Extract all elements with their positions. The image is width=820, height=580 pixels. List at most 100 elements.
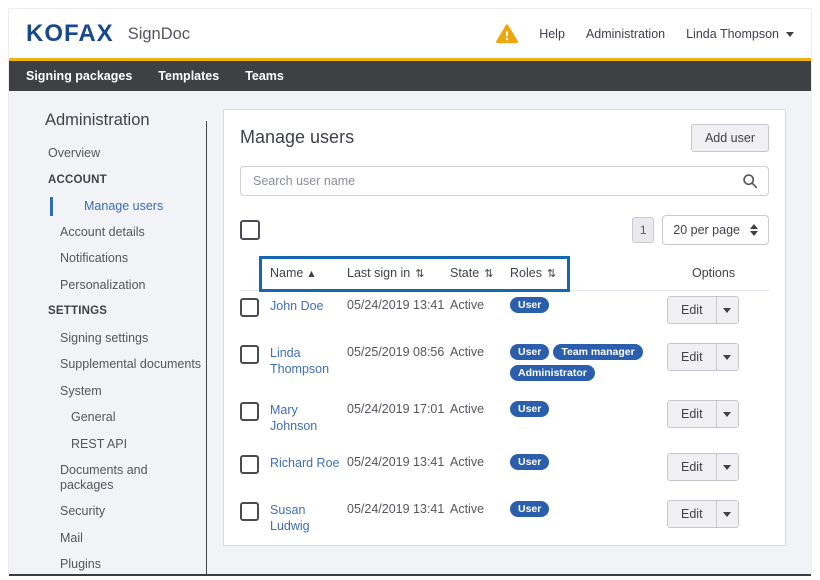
edit-dropdown-button[interactable]: [716, 297, 738, 323]
sidebar-item-rest-api[interactable]: REST API: [26, 437, 204, 452]
edit-dropdown-button[interactable]: [716, 501, 738, 527]
help-link[interactable]: Help: [539, 27, 565, 41]
chevron-down-icon: [723, 465, 731, 470]
last-sign-in-value: 05/25/2019 08:56: [347, 343, 450, 359]
user-menu[interactable]: Linda Thompson: [686, 27, 794, 41]
sort-both-icon: ⇅: [547, 267, 556, 280]
column-header-state[interactable]: State ⇅: [450, 266, 510, 280]
nav-templates[interactable]: Templates: [158, 69, 219, 83]
user-name-link[interactable]: John Doe: [270, 296, 330, 314]
sidebar-item-manage-users[interactable]: Manage users: [26, 197, 204, 216]
edit-dropdown-button[interactable]: [716, 401, 738, 427]
role-badge: User: [510, 401, 549, 417]
add-user-button[interactable]: Add user: [691, 124, 769, 152]
edit-dropdown-button[interactable]: [716, 344, 738, 370]
user-name-link[interactable]: Mary Johnson: [270, 400, 347, 434]
column-header-options: Options: [667, 266, 769, 280]
kofax-logo: KOFAX: [26, 22, 114, 46]
role-badge: User: [510, 501, 549, 517]
column-header-roles[interactable]: Roles ⇅: [510, 266, 667, 280]
manage-users-panel: Manage users Add user 1: [223, 109, 786, 546]
sidebar-item-general[interactable]: General: [26, 410, 204, 425]
edit-button[interactable]: Edit: [668, 297, 716, 323]
column-header-name[interactable]: Name ▲: [270, 266, 347, 280]
top-header: KOFAX SignDoc Help Administration Linda …: [9, 9, 811, 58]
edit-button[interactable]: Edit: [668, 401, 716, 427]
search-icon[interactable]: [742, 173, 758, 194]
sort-both-icon: ⇅: [415, 267, 424, 280]
row-checkbox[interactable]: [240, 298, 259, 317]
header-actions: Help Administration Linda Thompson: [496, 24, 794, 44]
sidebar-section-settings: SETTINGS: [26, 304, 204, 319]
column-header-last-sign-in[interactable]: Last sign in ⇅: [347, 266, 450, 280]
row-checkbox[interactable]: [240, 455, 259, 474]
table-row: Linda Thompson 05/25/2019 08:56 Active U…: [240, 338, 769, 386]
chevron-down-icon: [723, 308, 731, 313]
state-value: Active: [450, 453, 510, 469]
administration-link[interactable]: Administration: [586, 27, 665, 41]
chevron-down-icon: [723, 355, 731, 360]
per-page-select[interactable]: 20 per page: [662, 215, 769, 245]
role-badge: Administrator: [510, 365, 595, 381]
sidebar-item-mail[interactable]: Mail: [26, 531, 204, 546]
state-value: Active: [450, 500, 510, 516]
last-sign-in-value: 05/24/2019 13:41: [347, 500, 450, 516]
chevron-down-icon: [723, 512, 731, 517]
content-area: Administration Overview ACCOUNT Manage u…: [9, 91, 811, 576]
page-title: Manage users: [240, 127, 354, 148]
last-sign-in-value: 05/24/2019 17:01: [347, 400, 450, 416]
sidebar-item-notifications[interactable]: Notifications: [26, 251, 204, 266]
user-name: Linda Thompson: [686, 27, 779, 41]
sidebar-divider: [206, 121, 207, 574]
sidebar-title: Administration: [26, 111, 204, 130]
sidebar-item-personalization[interactable]: Personalization: [26, 278, 204, 293]
main-nav: Signing packages Templates Teams: [9, 61, 811, 91]
table-row: Richard Roe 05/24/2019 13:41 Active User…: [240, 448, 769, 486]
sidebar-section-account: ACCOUNT: [26, 173, 204, 188]
role-badge: User: [510, 297, 549, 313]
sidebar-item-supplemental-documents[interactable]: Supplemental documents: [26, 357, 204, 372]
signdoc-app: KOFAX SignDoc Help Administration Linda …: [0, 0, 820, 580]
app-frame: KOFAX SignDoc Help Administration Linda …: [8, 8, 812, 576]
warning-icon[interactable]: [496, 24, 518, 44]
last-sign-in-value: 05/24/2019 13:41: [347, 296, 450, 312]
user-name-link[interactable]: Linda Thompson: [270, 343, 347, 377]
user-name-link[interactable]: Susan Ludwig: [270, 500, 347, 534]
per-page-spinner-icon: [750, 224, 758, 236]
chevron-down-icon: [723, 412, 731, 417]
row-checkbox[interactable]: [240, 345, 259, 364]
sidebar-item-system[interactable]: System: [26, 384, 204, 399]
select-all-checkbox[interactable]: [240, 220, 260, 240]
table-row: John Doe 05/24/2019 13:41 Active User Ed…: [240, 291, 769, 329]
sidebar-item-signing-settings[interactable]: Signing settings: [26, 331, 204, 346]
table-row: Mary Johnson 05/24/2019 17:01 Active Use…: [240, 395, 769, 439]
row-checkbox[interactable]: [240, 502, 259, 521]
product-name: SignDoc: [128, 25, 190, 44]
nav-signing-packages[interactable]: Signing packages: [26, 69, 132, 83]
row-checkbox[interactable]: [240, 402, 259, 421]
role-badge: User: [510, 344, 549, 360]
sidebar-item-security[interactable]: Security: [26, 504, 204, 519]
sidebar-item-account-details[interactable]: Account details: [26, 225, 204, 240]
page-number-button[interactable]: 1: [632, 217, 654, 243]
role-badge: Team manager: [553, 344, 642, 360]
role-badge: User: [510, 454, 549, 470]
user-name-link[interactable]: Richard Roe: [270, 453, 345, 471]
state-value: Active: [450, 400, 510, 416]
edit-button[interactable]: Edit: [668, 344, 716, 370]
edit-button[interactable]: Edit: [668, 454, 716, 480]
sidebar-item-plugins[interactable]: Plugins: [26, 557, 204, 572]
sort-asc-icon: ▲: [308, 269, 314, 278]
sidebar-item-overview[interactable]: Overview: [26, 146, 204, 161]
chevron-down-icon: [786, 32, 794, 37]
edit-button[interactable]: Edit: [668, 501, 716, 527]
admin-sidebar: Administration Overview ACCOUNT Manage u…: [26, 111, 204, 580]
search-input[interactable]: [240, 166, 769, 196]
sidebar-item-documents-and-packages[interactable]: Documents and packages: [26, 463, 204, 492]
last-sign-in-value: 05/24/2019 13:41: [347, 453, 450, 469]
nav-teams[interactable]: Teams: [245, 69, 284, 83]
edit-dropdown-button[interactable]: [716, 454, 738, 480]
sort-both-icon: ⇅: [484, 267, 493, 280]
state-value: Active: [450, 343, 510, 359]
state-value: Active: [450, 296, 510, 312]
